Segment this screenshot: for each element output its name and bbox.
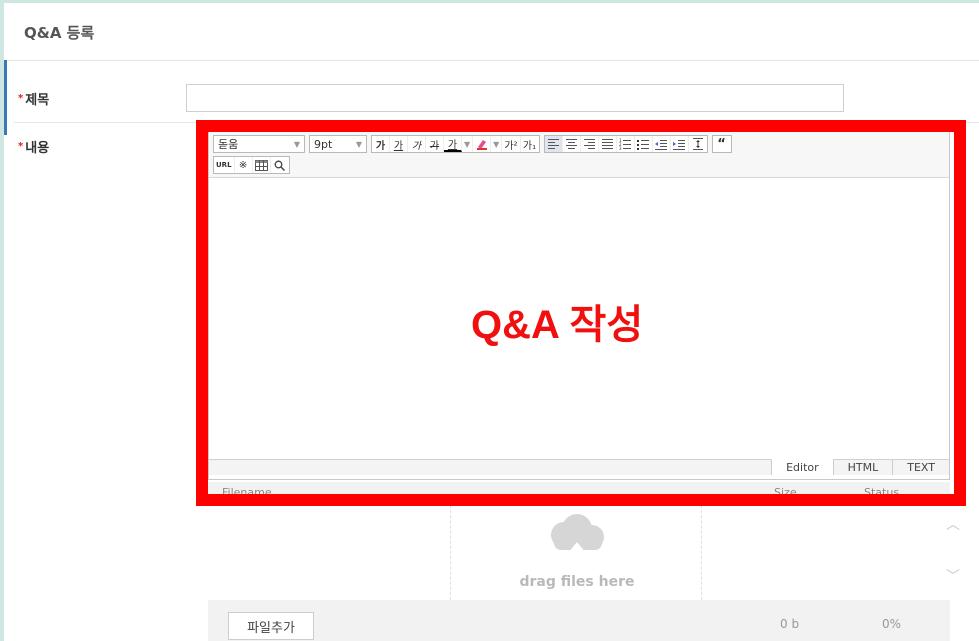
subscript-button[interactable]: 가₁ bbox=[521, 136, 539, 152]
outdent-icon[interactable] bbox=[653, 136, 671, 152]
font-size-value: 9pt bbox=[314, 137, 333, 151]
total-size: 0 b bbox=[780, 617, 800, 631]
strikethrough-button[interactable]: 가 bbox=[426, 136, 444, 152]
upload-footer bbox=[208, 600, 950, 641]
title-divider bbox=[4, 60, 979, 61]
blockquote-button[interactable]: “ bbox=[713, 136, 731, 152]
title-label-text: 제목 bbox=[25, 93, 50, 108]
underline-button[interactable]: 가 bbox=[390, 136, 408, 152]
status-column-header: Status bbox=[864, 486, 900, 499]
align-center-icon[interactable] bbox=[563, 136, 581, 152]
chevron-down-icon: ▼ bbox=[293, 139, 300, 149]
file-drop-zone[interactable]: drag files here bbox=[450, 505, 702, 600]
highlight-color-icon[interactable] bbox=[473, 136, 492, 152]
font-color-dropdown-icon[interactable]: ▼ bbox=[462, 136, 474, 152]
special-char-button[interactable]: ※ bbox=[235, 157, 253, 173]
editor-mode-tabs: Editor HTML TEXT bbox=[209, 459, 949, 475]
line-height-icon[interactable] bbox=[689, 136, 707, 152]
content-label-text: 내용 bbox=[25, 141, 50, 156]
cloud-upload-icon bbox=[540, 513, 614, 573]
scroll-down-icon[interactable]: ﹀ bbox=[946, 566, 960, 586]
chevron-down-icon: ▼ bbox=[355, 139, 362, 149]
page-title: Q&A 등록 bbox=[24, 24, 95, 42]
tab-html[interactable]: HTML bbox=[832, 460, 893, 475]
font-color-button[interactable]: 가 bbox=[444, 136, 462, 152]
search-icon[interactable] bbox=[271, 157, 289, 173]
bold-button[interactable]: 가 bbox=[372, 136, 390, 152]
title-field-label: * 제목 bbox=[18, 89, 49, 108]
font-family-select[interactable]: 돋움 ▼ bbox=[213, 135, 305, 153]
highlight-dropdown-icon[interactable]: ▼ bbox=[491, 136, 503, 152]
align-right-icon[interactable] bbox=[581, 136, 599, 152]
row-divider bbox=[14, 122, 979, 123]
editor-toolbar: 돋움 ▼ 9pt ▼ 가 가 가 가 가 ▼ ▼ 가² 가₁ 1 2 3 “ U… bbox=[209, 131, 949, 178]
upload-progress: 0% bbox=[882, 617, 902, 631]
scroll-up-icon[interactable]: ︿ bbox=[946, 514, 960, 534]
file-list-header: Filename Size Status bbox=[208, 482, 950, 502]
text-style-group: 가 가 가 가 가 ▼ ▼ 가² 가₁ bbox=[371, 135, 540, 153]
indent-icon[interactable] bbox=[671, 136, 689, 152]
align-justify-icon[interactable] bbox=[599, 136, 617, 152]
quote-group: “ bbox=[711, 135, 732, 153]
content-field-label: * 내용 bbox=[18, 137, 49, 156]
editor-content-area[interactable]: Q&A 작성 bbox=[209, 178, 949, 460]
add-file-button[interactable]: 파일추가 bbox=[228, 612, 314, 640]
editor-overlay-text: Q&A 작성 bbox=[471, 303, 644, 347]
font-size-select[interactable]: 9pt ▼ bbox=[309, 135, 367, 153]
required-icon: * bbox=[18, 141, 24, 152]
active-row-indicator bbox=[4, 60, 7, 135]
tab-text[interactable]: TEXT bbox=[892, 460, 949, 475]
top-border bbox=[0, 0, 979, 3]
filename-column-header: Filename bbox=[222, 486, 272, 499]
required-icon: * bbox=[18, 93, 24, 104]
tab-editor[interactable]: Editor bbox=[771, 459, 833, 475]
ordered-list-icon[interactable]: 123 bbox=[617, 136, 635, 152]
align-left-icon[interactable] bbox=[544, 136, 563, 152]
superscript-button[interactable]: 가² bbox=[502, 136, 521, 152]
rich-text-editor: 돋움 ▼ 9pt ▼ 가 가 가 가 가 ▼ ▼ 가² 가₁ 1 2 3 “ U… bbox=[208, 130, 950, 480]
unordered-list-icon[interactable] bbox=[635, 136, 653, 152]
italic-button[interactable]: 가 bbox=[408, 136, 426, 152]
table-icon[interactable] bbox=[253, 157, 271, 173]
paragraph-group: 123 bbox=[543, 135, 708, 153]
drop-hint-text: drag files here bbox=[519, 574, 635, 590]
url-link-button[interactable]: URL bbox=[214, 157, 235, 173]
insert-group: URL ※ bbox=[213, 156, 290, 174]
svg-text:3: 3 bbox=[619, 146, 622, 150]
title-input[interactable] bbox=[186, 84, 844, 112]
size-column-header: Size bbox=[774, 486, 797, 499]
font-family-value: 돋움 bbox=[218, 138, 239, 151]
